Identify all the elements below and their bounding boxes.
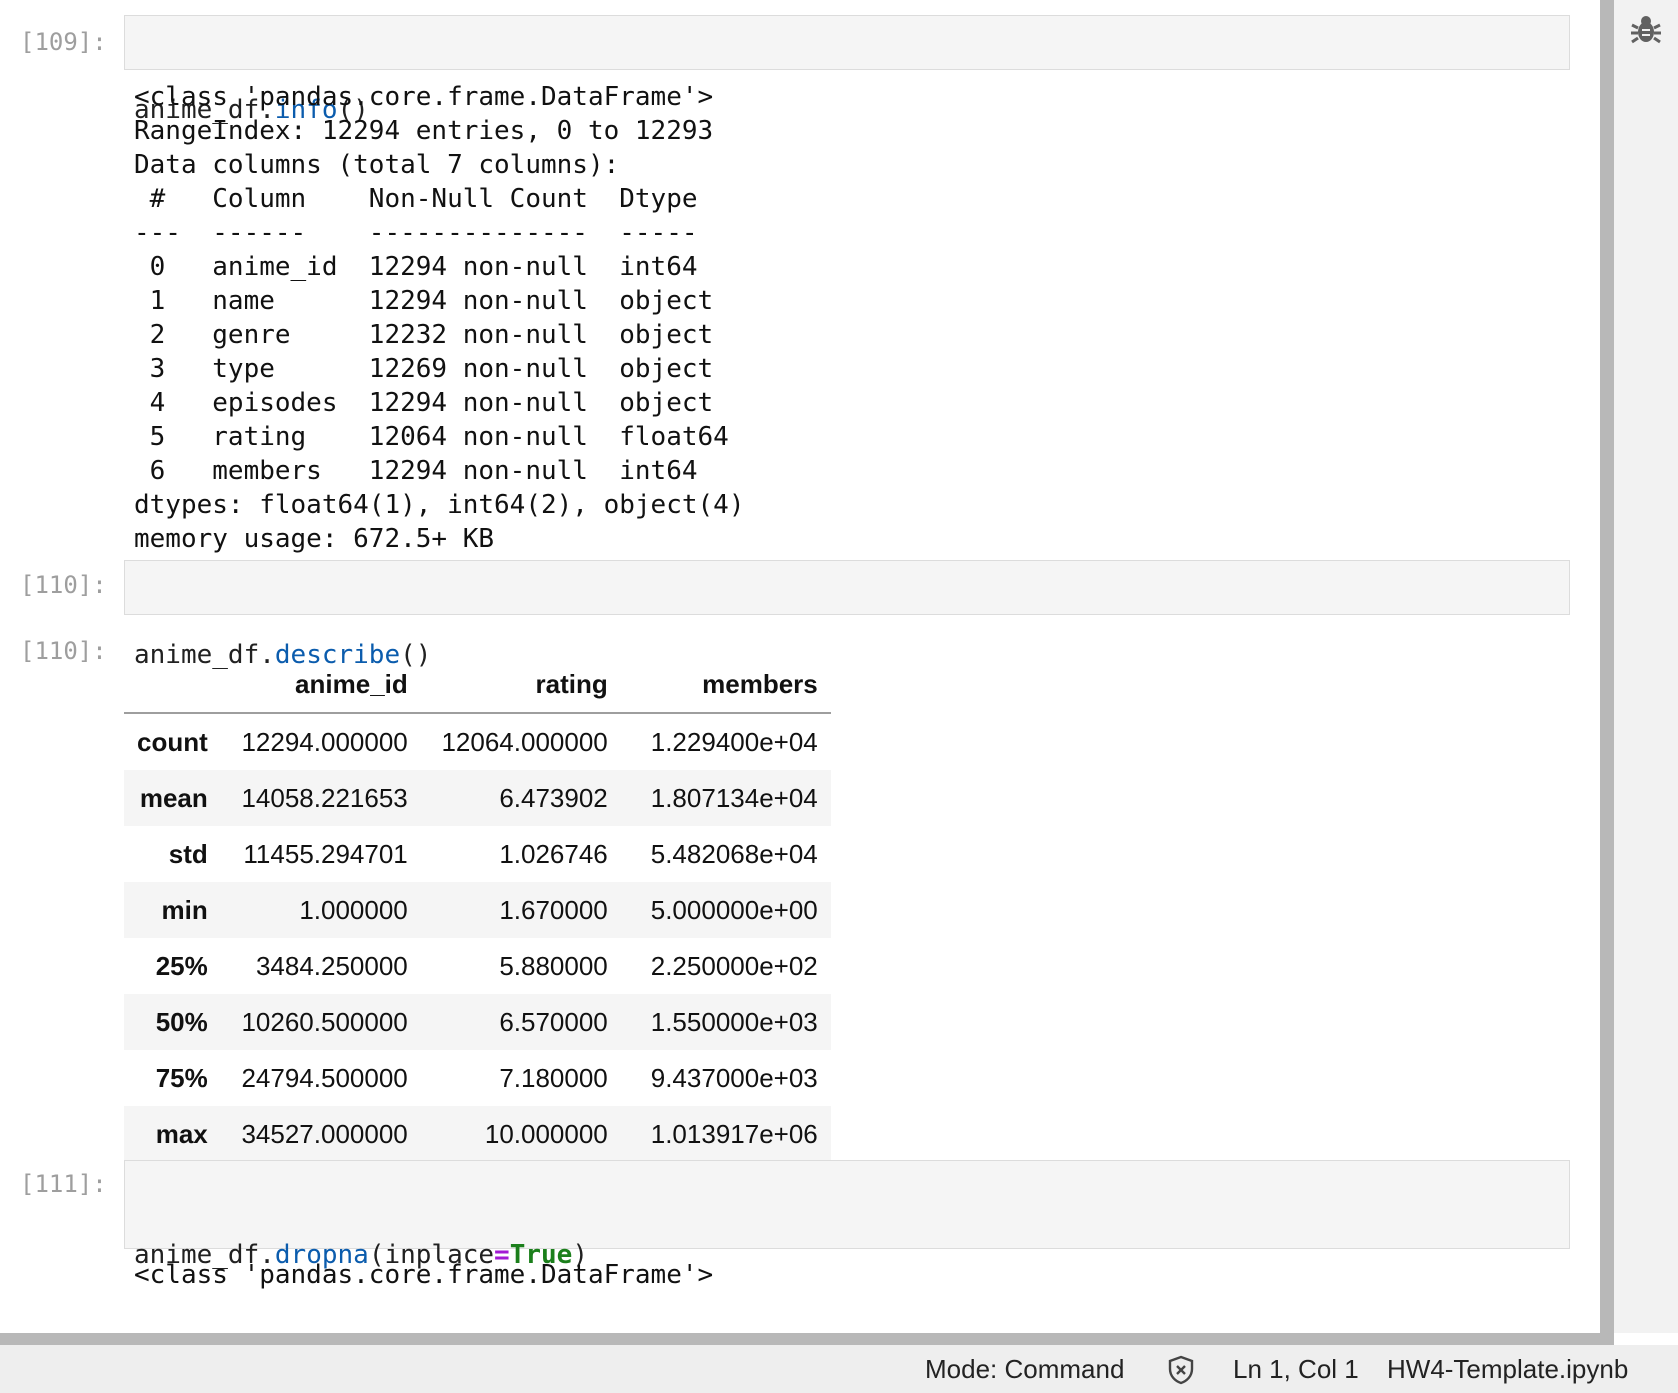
output-line: <class 'pandas.core.frame.DataFrame'> <box>134 82 714 112</box>
table-header-index <box>124 656 221 714</box>
horizontal-scrollbar[interactable] <box>0 1333 1614 1345</box>
table-row: mean 14058.221653 6.473902 1.807134e+04 <box>124 770 831 826</box>
table-cell: 12294.000000 <box>241 726 408 757</box>
table-row: max 34527.000000 10.000000 1.013917e+06 <box>124 1106 831 1162</box>
output-line: 6 members 12294 non-null int64 <box>134 456 729 486</box>
cell-110-output-prompt: [110]: <box>20 637 107 665</box>
table-cell: 10.000000 <box>484 1118 608 1149</box>
status-mode[interactable]: Mode: Command <box>925 1353 1124 1385</box>
table-header-anime-id: anime_id <box>220 656 421 714</box>
table-cell: 1.229400e+04 <box>650 726 818 757</box>
cell-111-output: <class 'pandas.core.frame.DataFrame'> <box>134 1258 713 1292</box>
output-line: 3 type 12269 non-null object <box>134 354 729 384</box>
table-header-rating: rating <box>420 656 621 714</box>
notebook-panel[interactable]: [109]: anime_df.info() <class 'pandas.co… <box>0 0 1600 1333</box>
output-line: dtypes: float64(1), int64(2), object(4) <box>134 490 745 520</box>
table-cell: 12064.000000 <box>441 726 608 757</box>
table-header-row: anime_id rating members <box>124 656 831 714</box>
cell-111-code-editor[interactable]: anime_df.dropna(inplace=True) anime_df.i… <box>124 1160 1570 1270</box>
table-row-label: std <box>168 838 208 869</box>
table-row: 25% 3484.250000 5.880000 2.250000e+02 <box>124 938 831 994</box>
table-cell: 3484.250000 <box>255 950 408 981</box>
table-cell: 1.670000 <box>499 894 608 925</box>
output-line: 5 rating 12064 non-null float64 <box>134 422 729 452</box>
status-bar: Mode: Command Ln 1, Col 1 HW4-Template.i… <box>0 1345 1678 1393</box>
table-cell: 9.437000e+03 <box>650 1062 818 1093</box>
output-line: Data columns (total 7 columns): <box>134 150 620 180</box>
table-header-members: members <box>620 656 831 714</box>
output-line: # Column Non-Null Count Dtype <box>134 184 729 214</box>
table-row-label: 25% <box>155 950 208 981</box>
cell-109-input-prompt: [109]: <box>20 28 107 56</box>
table-row: 75% 24794.500000 7.180000 9.437000e+03 <box>124 1050 831 1106</box>
table-cell: 1.026746 <box>499 838 608 869</box>
table-cell: 11455.294701 <box>243 838 408 869</box>
describe-table: anime_id rating members count 12294.00000… <box>124 656 831 1162</box>
vertical-scrollbar[interactable] <box>1600 0 1614 1333</box>
table-row-label: min <box>161 894 208 925</box>
table-cell: 24794.500000 <box>241 1062 408 1093</box>
status-cursor-position[interactable]: Ln 1, Col 1 <box>1233 1353 1359 1385</box>
table-row: min 1.000000 1.670000 5.000000e+00 <box>124 882 831 938</box>
output-line: 2 genre 12232 non-null object <box>134 320 729 350</box>
status-filename: HW4-Template.ipynb <box>1387 1354 1629 1384</box>
cell-110-input-prompt: [110]: <box>20 571 107 599</box>
right-sidebar <box>1614 0 1678 1333</box>
table-cell: 6.570000 <box>499 1006 608 1037</box>
output-line: memory usage: 672.5+ KB <box>134 524 495 554</box>
table-cell: 1.550000e+03 <box>650 1006 818 1037</box>
output-line: 4 episodes 12294 non-null object <box>134 388 729 418</box>
table-row-label: count <box>137 726 208 757</box>
table-cell: 6.473902 <box>499 782 608 813</box>
cell-109-code-editor[interactable]: anime_df.info() <box>124 15 1570 125</box>
table-row: std 11455.294701 1.026746 5.482068e+04 <box>124 826 831 882</box>
table-row-label: 50% <box>155 1006 208 1037</box>
table-cell: 34527.000000 <box>241 1118 408 1149</box>
output-line: <class 'pandas.core.frame.DataFrame'> <box>134 1260 714 1290</box>
table-cell: 10260.500000 <box>241 1006 408 1037</box>
table-row-label: max <box>155 1118 208 1149</box>
table-cell: 2.250000e+02 <box>650 950 818 981</box>
output-line: 1 name 12294 non-null object <box>134 286 729 316</box>
cell-110-code-editor[interactable]: anime_df.describe() <box>124 560 1570 670</box>
table-row: 50% 10260.500000 6.570000 1.550000e+03 <box>124 994 831 1050</box>
output-line: --- ------ -------------- ----- <box>134 218 729 248</box>
cell-109-output: <class 'pandas.core.frame.DataFrame'> Ran… <box>134 80 744 556</box>
output-line: 0 anime_id 12294 non-null int64 <box>134 252 729 282</box>
table-cell: 5.482068e+04 <box>650 838 818 869</box>
table-row-label: 75% <box>155 1062 208 1093</box>
bug-icon[interactable] <box>1628 12 1664 48</box>
cell-111-input-prompt: [111]: <box>20 1170 107 1198</box>
table-row: count 12294.000000 12064.000000 1.229400e+0… <box>124 713 831 770</box>
table-cell: 1.000000 <box>299 894 408 925</box>
table-cell: 7.180000 <box>499 1062 608 1093</box>
table-cell: 5.000000e+00 <box>650 894 818 925</box>
table-cell: 14058.221653 <box>241 782 408 813</box>
table-cell: 1.013917e+06 <box>650 1118 818 1149</box>
table-cell: 5.880000 <box>499 950 608 981</box>
table-cell: 1.807134e+04 <box>650 782 818 813</box>
shield-x-icon[interactable] <box>1166 1354 1196 1386</box>
output-line: RangeIndex: 12294 entries, 0 to 12293 <box>134 116 714 146</box>
table-row-label: mean <box>139 782 208 813</box>
